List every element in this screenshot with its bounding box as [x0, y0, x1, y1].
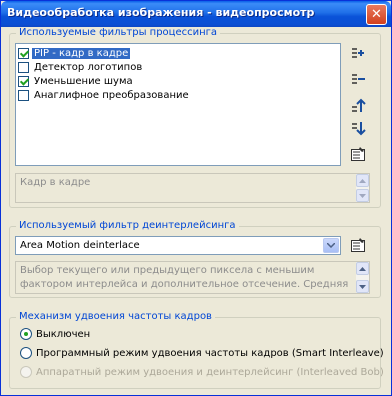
deinterlace-group: Используемый фильтр деинтерлейсинга Area…	[9, 220, 381, 298]
filters-group-label: Используемые фильтры процессинга	[16, 27, 221, 38]
filter-checkbox[interactable]	[18, 89, 29, 101]
filters-list[interactable]: PIP - кадр в кадре Детектор логотипов Ум…	[15, 43, 341, 166]
deinterlace-select[interactable]: Area Motion deinterlace	[15, 236, 341, 255]
deinterlace-description-text: Выбор текущего или предыдущего пиксела с…	[20, 265, 349, 290]
filter-item-label: Анаглифное преобразование	[34, 89, 189, 101]
deinterlace-select-arrow[interactable]	[323, 238, 339, 253]
radio-button[interactable]	[20, 347, 32, 359]
radio-label: Выключен	[36, 328, 91, 340]
radio-button	[20, 366, 32, 378]
filter-description: Кадр в кадре	[15, 173, 370, 203]
add-filter-button[interactable]	[349, 44, 367, 62]
arrow-up-icon	[359, 178, 366, 183]
remove-filter-button[interactable]	[349, 70, 367, 88]
radio-button[interactable]	[20, 328, 32, 340]
filter-checkbox[interactable]	[18, 47, 29, 59]
scroll-up-button[interactable]	[356, 262, 369, 275]
properties-icon	[351, 238, 365, 252]
remove-filter-icon	[352, 74, 365, 84]
move-up-button[interactable]	[349, 96, 367, 114]
arrow-down-icon	[359, 284, 366, 289]
framerate-group-label: Механизм удвоения частоты кадров	[16, 311, 215, 322]
scroll-up-button[interactable]	[356, 174, 369, 187]
filter-checkbox[interactable]	[18, 61, 29, 73]
filter-properties-button[interactable]	[349, 145, 367, 163]
framerate-group: Механизм удвоения частоты кадров Выключе…	[9, 311, 384, 389]
move-down-icon	[352, 122, 366, 136]
scroll-down-button[interactable]	[356, 189, 369, 202]
filters-group: Используемые фильтры процессинга PIP - к…	[9, 27, 381, 208]
title-bar[interactable]: Видеообработка изображения - видеопросмо…	[1, 1, 391, 27]
deinterlace-description: Выбор текущего или предыдущего пиксела с…	[15, 261, 370, 294]
radio-label: Программный режим удвоения частоты кадро…	[36, 347, 384, 359]
framerate-option-off[interactable]: Выключен	[20, 328, 90, 340]
add-filter-icon	[352, 48, 364, 58]
deinterlace-properties-button[interactable]	[349, 236, 367, 254]
filter-item-logo-detector[interactable]: Детектор логотипов	[18, 60, 144, 74]
filter-checkbox[interactable]	[18, 75, 29, 87]
move-down-button[interactable]	[349, 120, 367, 138]
close-button[interactable]: ✕	[366, 4, 387, 25]
chevron-down-icon	[327, 243, 335, 248]
arrow-down-icon	[359, 193, 366, 198]
radio-label: Аппаратный режим удвоения и деинтерлейси…	[36, 366, 384, 378]
filter-description-scrollbar[interactable]	[356, 174, 369, 202]
deinterlace-select-value: Area Motion deinterlace	[20, 240, 140, 251]
filter-description-text: Кадр в кадре	[20, 177, 91, 188]
window-title: Видеообработка изображения - видеопросмо…	[7, 6, 315, 19]
filter-item-label: Детектор логотипов	[34, 61, 143, 73]
filter-item-pip[interactable]: PIP - кадр в кадре	[18, 46, 132, 60]
filter-item-label: Уменьшение шума	[34, 75, 133, 87]
dialog-window: Видеообработка изображения - видеопросмо…	[0, 0, 392, 396]
properties-icon	[351, 147, 365, 161]
filter-item-anaglyph[interactable]: Анаглифное преобразование	[18, 88, 191, 102]
filter-item-label: PIP - кадр в кадре	[30, 46, 132, 60]
move-up-icon	[352, 98, 366, 112]
scroll-down-button[interactable]	[356, 280, 369, 293]
deinterlace-description-scrollbar[interactable]	[356, 262, 369, 293]
deinterlace-group-label: Используемый фильтр деинтерлейсинга	[16, 220, 239, 231]
filter-item-noise-reduction[interactable]: Уменьшение шума	[18, 74, 135, 88]
framerate-option-smart-interleave[interactable]: Программный режим удвоения частоты кадро…	[20, 347, 384, 359]
arrow-up-icon	[359, 266, 366, 271]
framerate-option-interleaved-bob: Аппаратный режим удвоения и деинтерлейси…	[20, 366, 384, 378]
